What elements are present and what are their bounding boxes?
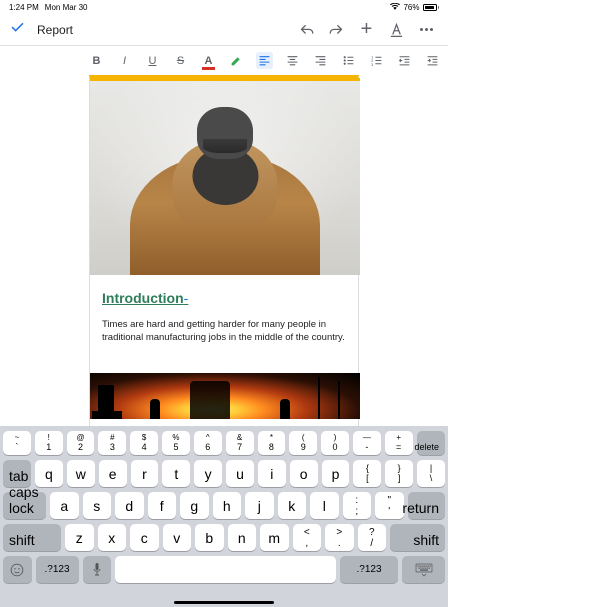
key-o[interactable]: o — [290, 460, 318, 487]
key-z[interactable]: z — [65, 524, 94, 551]
key-j[interactable]: j — [245, 492, 274, 519]
align-center-button[interactable] — [284, 52, 301, 69]
key-punct-;[interactable]: :; — [343, 492, 372, 519]
key-e[interactable]: e — [99, 460, 127, 487]
key-y[interactable]: y — [194, 460, 222, 487]
key-return[interactable]: return — [408, 492, 446, 519]
key-hide-keyboard[interactable] — [402, 556, 445, 583]
key-emoji[interactable] — [3, 556, 32, 583]
redo-icon[interactable] — [329, 22, 344, 37]
status-time: 1:24 PM — [9, 3, 39, 12]
key-space[interactable] — [115, 556, 336, 583]
key-shift-right[interactable]: shift — [390, 524, 445, 551]
key-numeric-left[interactable]: .?123 — [36, 556, 79, 583]
key-4[interactable]: $4 — [130, 431, 158, 455]
more-icon[interactable] — [419, 22, 434, 37]
document-title[interactable]: Report — [37, 23, 299, 37]
key-caps-lock[interactable]: caps lock — [3, 492, 46, 519]
key-2[interactable]: @2 — [67, 431, 95, 455]
underline-button[interactable]: U — [144, 52, 161, 69]
italic-button[interactable]: I — [116, 52, 133, 69]
key-6[interactable]: ^6 — [194, 431, 222, 455]
undo-icon[interactable] — [299, 22, 314, 37]
key-q[interactable]: q — [35, 460, 63, 487]
format-toolbar: B I U S A 123 — [0, 45, 448, 75]
strikethrough-button[interactable]: S — [172, 52, 189, 69]
battery-icon — [423, 4, 440, 11]
align-right-button[interactable] — [312, 52, 329, 69]
key-h[interactable]: h — [213, 492, 242, 519]
key-5[interactable]: %5 — [162, 431, 190, 455]
key-`[interactable]: ~` — [3, 431, 31, 455]
key-bracket-\[interactable]: |\ — [417, 460, 445, 487]
key-v[interactable]: v — [163, 524, 192, 551]
status-date: Mon Mar 30 — [45, 3, 88, 12]
key-bracket-][interactable]: }] — [385, 460, 413, 487]
svg-text:3: 3 — [371, 63, 373, 67]
key-g[interactable]: g — [180, 492, 209, 519]
key-numeric-right[interactable]: .?123 — [340, 556, 398, 583]
align-left-button[interactable] — [256, 52, 273, 69]
key-f[interactable]: f — [148, 492, 177, 519]
key-w[interactable]: w — [67, 460, 95, 487]
key-3[interactable]: #3 — [98, 431, 126, 455]
body-paragraph[interactable]: Times are hard and getting harder for ma… — [90, 310, 358, 345]
key--[interactable]: —- — [353, 431, 381, 455]
status-bar: 1:24 PM Mon Mar 30 76% — [0, 0, 448, 14]
key-t[interactable]: t — [162, 460, 190, 487]
key-shift-left[interactable]: shift — [3, 524, 61, 551]
key-m[interactable]: m — [260, 524, 289, 551]
key-bracket-[[interactable]: {[ — [353, 460, 381, 487]
key-b[interactable]: b — [195, 524, 224, 551]
key-punct-,[interactable]: <, — [293, 524, 322, 551]
document-image-2[interactable] — [90, 373, 360, 419]
key-punct-/[interactable]: ?/ — [358, 524, 387, 551]
key-=[interactable]: += — [385, 431, 413, 455]
text-color-button[interactable]: A — [200, 52, 217, 69]
numbered-list-button[interactable]: 123 — [368, 52, 385, 69]
key-k[interactable]: k — [278, 492, 307, 519]
bullet-list-button[interactable] — [340, 52, 357, 69]
battery-percent: 76% — [403, 3, 419, 12]
key-i[interactable]: i — [258, 460, 286, 487]
key-a[interactable]: a — [50, 492, 79, 519]
highlight-button[interactable] — [228, 52, 245, 69]
key-x[interactable]: x — [98, 524, 127, 551]
key-punct-.[interactable]: >. — [325, 524, 354, 551]
key-1[interactable]: !1 — [35, 431, 63, 455]
heading-introduction[interactable]: Introduction- — [90, 275, 358, 310]
key-8[interactable]: *8 — [258, 431, 286, 455]
key-dictation[interactable] — [83, 556, 112, 583]
document-page[interactable]: Introduction- Times are hard and getting… — [89, 75, 359, 445]
done-check-icon[interactable] — [10, 20, 25, 39]
key-p[interactable]: p — [322, 460, 350, 487]
key-u[interactable]: u — [226, 460, 254, 487]
key-s[interactable]: s — [83, 492, 112, 519]
indent-decrease-button[interactable] — [396, 52, 413, 69]
text-format-icon[interactable] — [389, 22, 404, 37]
home-indicator[interactable] — [174, 601, 274, 604]
key-delete[interactable]: delete — [417, 431, 446, 455]
app-header: Report + — [0, 14, 448, 45]
key-d[interactable]: d — [115, 492, 144, 519]
key-r[interactable]: r — [131, 460, 159, 487]
key-9[interactable]: (9 — [289, 431, 317, 455]
key-l[interactable]: l — [310, 492, 339, 519]
onscreen-keyboard: ~`!1@2#3$4%5^6&7*8(9)0—-+=delete tab qwe… — [0, 426, 448, 607]
indent-increase-button[interactable] — [424, 52, 441, 69]
key-c[interactable]: c — [130, 524, 159, 551]
key-punct-'[interactable]: "' — [375, 492, 404, 519]
key-n[interactable]: n — [228, 524, 257, 551]
wifi-icon — [390, 3, 400, 12]
key-7[interactable]: &7 — [226, 431, 254, 455]
document-image-1[interactable] — [90, 78, 360, 275]
key-tab[interactable]: tab — [3, 460, 31, 487]
key-0[interactable]: )0 — [321, 431, 349, 455]
bold-button[interactable]: B — [88, 52, 105, 69]
insert-icon[interactable]: + — [359, 22, 374, 37]
